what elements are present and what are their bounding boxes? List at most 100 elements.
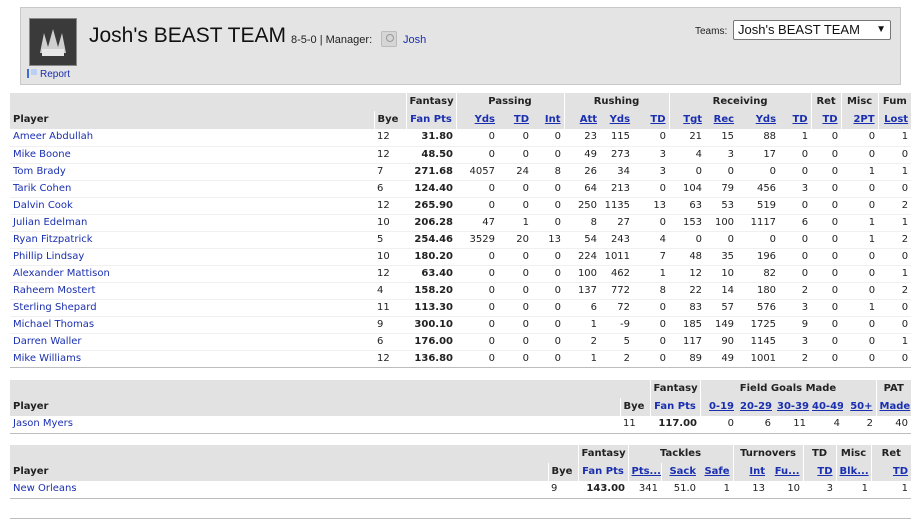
stat-cell: 772 [610, 284, 631, 296]
fan-pts-cell: 31.80 [421, 131, 453, 143]
col-pass-int[interactable]: Int [532, 111, 565, 129]
stat-cell: 0 [522, 199, 529, 211]
stat-cell: 1 [901, 216, 909, 228]
group-misc: Misc [840, 93, 879, 111]
col-rec-tgt[interactable]: Tgt [668, 111, 706, 129]
player-name-link[interactable]: Julian Edelman [10, 214, 374, 231]
player-name-link[interactable]: Raheem Mostert [10, 282, 374, 299]
player-name-link[interactable]: Phillip Lindsay [10, 248, 374, 265]
stat-cell: 0 [554, 318, 562, 330]
col-blk[interactable]: Blk... [835, 463, 872, 481]
group-fantasy: Fantasy [405, 93, 456, 111]
stat-cell: 117 [682, 335, 703, 347]
col-fg-40-49[interactable]: 40-49 [809, 398, 843, 416]
col-rush-att[interactable]: Att [563, 111, 601, 129]
stat-cell: 0 [801, 233, 809, 245]
stat-cell: 35 [721, 250, 735, 262]
stat-cell: 49 [721, 352, 735, 364]
column-header-row: Player Bye Fan Pts 0-19 20-29 30-39 40-4… [10, 398, 911, 416]
group-passing: Passing [455, 93, 565, 111]
col-misc-2pt[interactable]: 2PT [840, 111, 879, 129]
player-name-link[interactable]: Tom Brady [10, 163, 374, 180]
col-rec-td[interactable]: TD [779, 111, 812, 129]
bye-cell: 11 [623, 418, 636, 430]
col-ret-td[interactable]: TD [810, 111, 842, 129]
col-fg-0-19[interactable]: 0-19 [699, 398, 737, 416]
col-fan-pts[interactable]: Fan Pts [577, 463, 628, 481]
player-name-link[interactable]: Alexander Mattison [10, 265, 374, 282]
stat-cell: 0 [801, 148, 809, 160]
chevron-down-icon: ▼ [876, 24, 886, 35]
col-rec-yds[interactable]: Yds [737, 111, 780, 129]
col-fg-50-plus[interactable]: 50+ [843, 398, 876, 416]
col-pass-td[interactable]: TD [498, 111, 532, 129]
fan-pts-cell: 117.00 [658, 418, 697, 430]
stat-cell: 27 [617, 216, 631, 228]
player-name-link[interactable]: Mike Boone [10, 146, 374, 163]
player-name-link[interactable]: Jason Myers [10, 416, 620, 433]
stat-cell: 3 [801, 182, 809, 194]
stat-cell: 0 [868, 199, 876, 211]
col-fan-pts[interactable]: Fan Pts [405, 111, 456, 129]
fan-pts-cell: 300.10 [414, 318, 453, 330]
col-sack[interactable]: Sack [660, 463, 699, 481]
table-row: Alexander Mattison 12 63.40 0 0 0 100 462 1 12 10 8… [10, 265, 912, 282]
col-fg-20-29[interactable]: 20-29 [737, 398, 774, 416]
stat-cell: 2 [801, 352, 809, 364]
stat-cell: 1 [801, 131, 809, 143]
player-name-link[interactable]: Ryan Fitzpatrick [10, 231, 374, 248]
stat-cell: 53 [721, 199, 735, 211]
defense-table: Fantasy Tackles Turnovers TD Misc Ret Pl… [10, 445, 912, 499]
col-td[interactable]: TD [802, 463, 837, 481]
stat-cell: 8 [659, 284, 667, 296]
stat-cell: 0 [901, 301, 909, 313]
stat-cell: 0 [488, 250, 495, 262]
manager-link[interactable]: Josh [403, 34, 426, 46]
col-rush-yds[interactable]: Yds [600, 111, 634, 129]
col-pass-yds[interactable]: Yds [455, 111, 498, 129]
player-name-link[interactable]: Tarik Cohen [10, 180, 374, 197]
player-name-link[interactable]: Darren Waller [10, 333, 374, 350]
col-rec-rec[interactable]: Rec [705, 111, 738, 129]
stat-cell: 4 [833, 418, 840, 430]
col-fan-pts[interactable]: Fan Pts [649, 398, 700, 416]
col-int[interactable]: Int [732, 463, 769, 481]
col-pat-made[interactable]: Made [875, 398, 911, 416]
player-name-link[interactable]: Mike Williams [10, 350, 374, 367]
stat-cell: 3529 [469, 233, 495, 245]
col-fum-lost[interactable]: Lost [877, 111, 912, 129]
table-row: Mike Boone 12 48.50 0 0 0 49 273 3 4 3 17 0 0 0 0 [10, 146, 912, 163]
stat-cell: 273 [610, 148, 631, 160]
stat-cell: 23 [584, 131, 598, 143]
player-name-link[interactable]: Sterling Shepard [10, 299, 374, 316]
stat-cell: 153 [682, 216, 703, 228]
stat-cell: 83 [689, 301, 703, 313]
stat-cell: 40 [895, 418, 908, 430]
stat-cell: 0 [868, 148, 876, 160]
stat-cell: 0 [831, 318, 839, 330]
stat-cell: 1 [868, 301, 876, 313]
stat-cell: 0 [831, 131, 839, 143]
player-name-link[interactable]: Dalvin Cook [10, 197, 374, 214]
stat-cell: 456 [756, 182, 777, 194]
col-fg-30-39[interactable]: 30-39 [774, 398, 809, 416]
stat-cell: 2 [901, 284, 909, 296]
teams-select[interactable]: Josh's BEAST TEAM ▼ [733, 20, 891, 40]
stat-cell: 3 [659, 165, 667, 177]
col-rush-td[interactable]: TD [633, 111, 670, 129]
team-logo [29, 18, 77, 66]
col-ret-td[interactable]: TD [870, 463, 912, 481]
col-pts-allowed[interactable]: Pts... [627, 463, 661, 481]
stat-cell: 1 [590, 352, 598, 364]
stat-cell: 0 [868, 335, 876, 347]
stat-cell: 0 [554, 250, 562, 262]
col-safe[interactable]: Safe [699, 463, 734, 481]
report-link[interactable]: Report [27, 69, 70, 80]
player-name-link[interactable]: Ameer Abdullah [10, 129, 374, 146]
col-fum-rec[interactable]: Fu... [768, 463, 804, 481]
stat-cell: 137 [577, 284, 598, 296]
stat-cell: 0 [831, 335, 839, 347]
stat-cell: 8 [554, 165, 562, 177]
player-name-link[interactable]: Michael Thomas [10, 316, 374, 333]
player-name-link[interactable]: New Orleans [10, 481, 548, 498]
